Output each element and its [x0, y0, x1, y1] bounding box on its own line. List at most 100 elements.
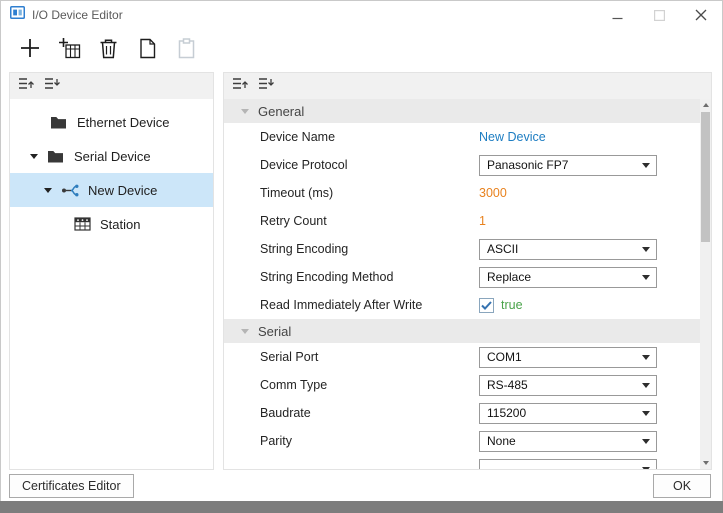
checkbox-value: true — [501, 298, 523, 312]
parity-dropdown[interactable]: None — [479, 431, 657, 452]
folder-icon — [47, 149, 64, 163]
folder-icon — [50, 115, 67, 129]
property-toolbar — [224, 73, 711, 99]
chevron-down-icon — [642, 411, 650, 416]
expand-all-icon[interactable] — [258, 77, 274, 95]
tree-item-label: Ethernet Device — [77, 115, 170, 130]
property-label: Parity — [260, 434, 479, 448]
tree-toolbar — [10, 73, 213, 99]
io-device-editor-window: I/O Device Editor — [0, 0, 723, 501]
device-name-value[interactable]: New Device — [479, 130, 546, 144]
chevron-down-icon — [642, 247, 650, 252]
window-title: I/O Device Editor — [32, 8, 123, 22]
table-plus-icon — [58, 37, 81, 64]
property-row-string-encoding: String Encoding ASCII — [224, 235, 700, 263]
copy-button[interactable] — [134, 37, 160, 65]
dropdown-value: Panasonic FP7 — [487, 158, 568, 172]
tree-item-ethernet-device[interactable]: Ethernet Device — [10, 105, 213, 139]
dropdown-value: ASCII — [487, 242, 518, 256]
chevron-down-icon — [642, 383, 650, 388]
certificates-editor-button[interactable]: Certificates Editor — [9, 474, 134, 498]
maximize-button[interactable] — [638, 1, 680, 29]
close-button[interactable] — [680, 1, 722, 29]
property-label: Comm Type — [260, 378, 479, 392]
property-row-serial-port: Serial Port COM1 — [224, 343, 700, 371]
property-row-read-immediately: Read Immediately After Write true — [224, 291, 700, 319]
dropdown-value: RS-485 — [487, 378, 528, 392]
tree-item-label: Serial Device — [74, 149, 151, 164]
chevron-down-icon — [642, 467, 650, 470]
baudrate-dropdown[interactable]: 115200 — [479, 403, 657, 424]
property-row-parity: Parity None — [224, 427, 700, 455]
tree-item-label: Station — [100, 217, 140, 232]
section-header-general[interactable]: General — [224, 99, 700, 123]
comm-type-dropdown[interactable]: RS-485 — [479, 375, 657, 396]
chevron-down-icon — [642, 275, 650, 280]
section-title: General — [258, 104, 304, 119]
property-row-baudrate: Baudrate 115200 — [224, 399, 700, 427]
device-icon — [61, 183, 79, 198]
tree-item-station[interactable]: Station — [10, 207, 213, 241]
string-encoding-method-dropdown[interactable]: Replace — [479, 267, 657, 288]
property-row-comm-type: Comm Type RS-485 — [224, 371, 700, 399]
app-icon — [10, 5, 25, 25]
property-row-device-name: Device Name New Device — [224, 123, 700, 151]
property-label: Device Protocol — [260, 158, 479, 172]
section-title: Serial — [258, 324, 291, 339]
scroll-down-icon[interactable] — [700, 457, 711, 469]
check-icon — [481, 301, 492, 310]
retry-count-value[interactable]: 1 — [479, 214, 486, 228]
delete-button[interactable] — [95, 37, 121, 65]
read-immediately-checkbox[interactable] — [479, 298, 494, 313]
add-station-button[interactable] — [56, 37, 82, 65]
property-label: String Encoding — [260, 242, 479, 256]
property-row-partial — [224, 455, 700, 469]
property-label: String Encoding Method — [260, 270, 479, 284]
property-label: Timeout (ms) — [260, 186, 479, 200]
minimize-button[interactable] — [596, 1, 638, 29]
dropdown-value: 115200 — [487, 406, 526, 420]
dropdown-value: None — [487, 434, 516, 448]
tree-item-new-device[interactable]: New Device — [10, 173, 213, 207]
expand-all-icon[interactable] — [44, 77, 60, 95]
collapse-icon[interactable] — [241, 329, 249, 334]
section-header-serial[interactable]: Serial — [224, 319, 700, 343]
titlebar: I/O Device Editor — [1, 1, 722, 29]
chevron-down-icon — [642, 355, 650, 360]
clipboard-icon — [178, 38, 195, 64]
expander-icon[interactable] — [30, 154, 38, 159]
dropdown-partial[interactable] — [479, 459, 657, 470]
scroll-up-icon[interactable] — [700, 99, 711, 111]
tree-item-serial-device[interactable]: Serial Device — [10, 139, 213, 173]
collapse-all-icon[interactable] — [232, 77, 248, 95]
expander-icon[interactable] — [44, 188, 52, 193]
timeout-value[interactable]: 3000 — [479, 186, 507, 200]
device-protocol-dropdown[interactable]: Panasonic FP7 — [479, 155, 657, 176]
device-tree-panel: Ethernet Device Serial Device — [9, 72, 214, 470]
window-controls — [596, 1, 722, 29]
property-row-device-protocol: Device Protocol Panasonic FP7 — [224, 151, 700, 179]
collapse-all-icon[interactable] — [18, 77, 34, 95]
serial-port-dropdown[interactable]: COM1 — [479, 347, 657, 368]
vertical-scrollbar[interactable] — [700, 99, 711, 469]
toolbar — [1, 29, 722, 72]
property-row-string-encoding-method: String Encoding Method Replace — [224, 263, 700, 291]
scrollbar-thumb[interactable] — [701, 112, 710, 242]
footer: Certificates Editor OK — [1, 470, 722, 501]
collapse-icon[interactable] — [241, 109, 249, 114]
plus-icon — [19, 37, 41, 64]
paste-button[interactable] — [173, 37, 199, 65]
add-device-button[interactable] — [17, 37, 43, 65]
main-area: Ethernet Device Serial Device — [1, 72, 722, 470]
chevron-down-icon — [642, 163, 650, 168]
property-label: Read Immediately After Write — [260, 298, 479, 312]
property-label: Serial Port — [260, 350, 479, 364]
desktop-background-strip — [0, 501, 723, 513]
ok-button[interactable]: OK — [653, 474, 711, 498]
title-area: I/O Device Editor — [1, 5, 596, 25]
chevron-down-icon — [642, 439, 650, 444]
property-grid: General Device Name New Device Device Pr… — [224, 99, 700, 469]
string-encoding-dropdown[interactable]: ASCII — [479, 239, 657, 260]
property-label: Retry Count — [260, 214, 479, 228]
property-row-retry-count: Retry Count 1 — [224, 207, 700, 235]
